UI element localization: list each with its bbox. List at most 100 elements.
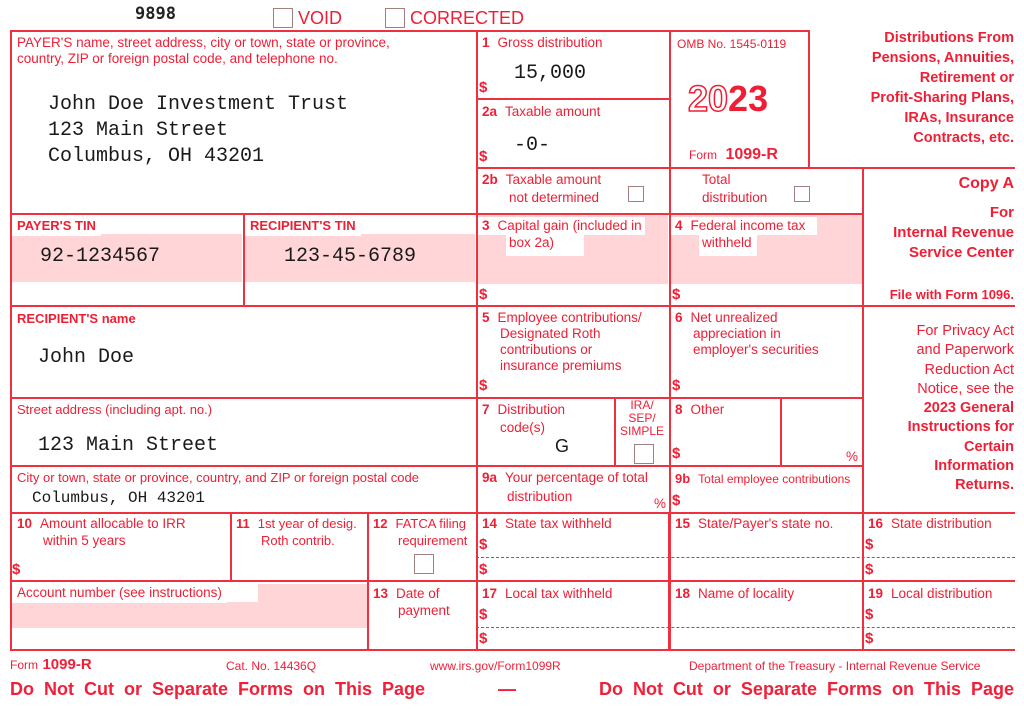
box8-pct: % [846,449,859,464]
recipient-name-label: RECIPIENT'S name [17,311,136,326]
box3-label: 3 Capital gain (included in [478,217,645,235]
form-code: 9898 [135,4,176,24]
box7-value[interactable]: G [555,436,569,457]
copy-label: Copy A [958,175,1014,192]
grid-line [476,98,669,100]
void-checkbox[interactable] [273,8,293,28]
grid-line [476,557,1015,558]
box18-label: 18 Name of locality [675,586,795,601]
fatca-checkbox[interactable] [414,554,434,574]
box1-label: 1 Gross distribution [482,35,603,50]
omb-number: OMB No. 1545-0119 [677,37,787,51]
box7-label-2: code(s) [500,420,546,435]
payer-tin-value[interactable]: 92-1234567 [40,245,160,268]
box19-label: 19 Local distribution [868,586,993,601]
box6-dollar: $ [672,377,681,394]
account-shade-2 [12,602,368,628]
box7-label: 7 Distribution [482,402,566,417]
omb-form-name: Form 1099-R [689,146,778,163]
grid-line [10,580,1015,582]
box17-dollar-2: $ [479,630,488,647]
footer-cat-no: Cat. No. 14436Q [226,659,317,673]
grid-line [808,30,810,167]
box6-label-3: employer's securities [693,342,819,357]
box2a-dollar: $ [479,148,488,165]
void-label: VOID [298,8,343,28]
total-dist-checkbox[interactable] [794,186,810,202]
box19-dollar-2: $ [865,630,874,647]
box19-dollar-1: $ [865,606,874,623]
grid-line [780,397,782,465]
payer-street[interactable]: 123 Main Street [48,119,228,142]
box5-label-2: Designated Roth [500,326,601,341]
box14-label: 14 State tax withheld [482,516,612,531]
box16-dollar-1: $ [865,536,874,553]
grid-line [10,649,1015,651]
box9a-label-2: distribution [507,489,573,504]
box2a-label: 2a Taxable amount [482,104,601,119]
city-state-value[interactable]: Columbus, OH 43201 [32,489,205,507]
box11-label: 11 1st year of desig. [236,516,357,531]
box6-label-2: appreciation in [693,326,781,341]
payer-city[interactable]: Columbus, OH 43201 [48,145,264,168]
box11-label-2: Roth contrib. [261,533,335,548]
total-dist-label-2: distribution [702,190,768,205]
for-irs-label: For Internal Revenue Service Center [893,204,1014,261]
box10-label: 10 Amount allocable to IRR [17,516,186,531]
box5-label: 5 Employee contributions/ [482,310,642,325]
box8-label: 8 Other [675,402,725,417]
footer-url[interactable]: www.irs.gov/Form1099R [430,659,561,673]
box6-label: 6 Net unrealized [675,310,778,325]
box1-value[interactable]: 15,000 [514,62,586,85]
box5-dollar: $ [479,377,488,394]
payer-tin-label: PAYER'S TIN [12,216,101,236]
box3-dollar: $ [479,286,488,303]
privacy-notice: For Privacy Act and Paperwork Reduction Ac… [907,323,1014,494]
payer-label-line1: PAYER'S name, street address, city or to… [17,35,390,50]
box14-dollar-2: $ [479,561,488,578]
ira-sep-simple-label: IRA/SEP/SIMPLE [620,398,665,438]
box10-label-2: within 5 years [43,533,126,548]
grid-line [862,167,864,650]
box1-dollar: $ [479,79,488,96]
city-state-label: City or town, state or province, country… [17,470,419,485]
box14-dollar-1: $ [479,536,488,553]
box12-label-2: requirement [398,533,468,548]
grid-line [10,397,862,399]
box9b-dollar: $ [672,492,681,509]
box17-label: 17 Local tax withheld [482,586,613,601]
grid-line [10,213,862,215]
box17-dollar-1: $ [479,606,488,623]
footer-dept: Department of the Treasury - Internal Re… [689,659,981,673]
grid-line [614,397,616,465]
grid-line [476,627,1015,628]
box10-dollar: $ [12,561,21,578]
grid-line [10,512,1015,514]
box4-label: 4 Federal income tax [671,217,818,235]
payer-label-line2: country, ZIP or foreign postal code, and… [17,51,338,66]
corrected-label: CORRECTED [410,8,525,28]
box5-label-3: contributions or [500,342,593,357]
street-address-label: Street address (including apt. no.) [17,402,213,417]
ira-sep-simple-checkbox[interactable] [634,444,654,464]
grid-line [476,167,1015,169]
corrected-checkbox[interactable] [385,8,405,28]
box4-label-2: withheld [699,234,757,256]
street-address-value[interactable]: 123 Main Street [38,434,218,457]
box3-label-2: box 2a) [506,234,585,256]
footer-form-name: Form 1099-R [10,656,92,673]
box16-label: 16 State distribution [868,516,992,531]
box2b-label: 2b Taxable amount [482,172,602,187]
payer-name[interactable]: John Doe Investment Trust [48,93,348,116]
recipient-name-value[interactable]: John Doe [38,346,134,369]
box5-label-4: insurance premiums [500,358,622,373]
box2b-label-2: not determined [509,190,600,205]
footer-warning-left: Do Not Cut or Separate Forms on This Pag… [10,679,426,699]
box2a-value[interactable]: -0- [514,134,550,157]
grid-line [10,30,810,32]
account-label: Account number (see instructions) [12,584,227,603]
box2b-checkbox[interactable] [628,186,644,202]
recipient-tin-value[interactable]: 123-45-6789 [284,245,416,268]
grid-line [10,465,862,467]
footer-dash: — [498,679,516,699]
